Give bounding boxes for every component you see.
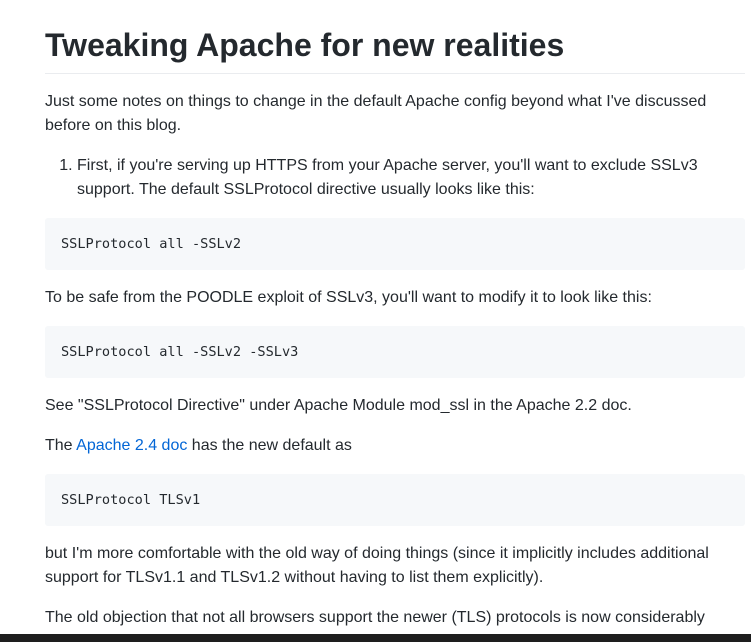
poodle-paragraph: To be safe from the POODLE exploit of SS… <box>45 289 652 306</box>
code-block: SSLProtocol all -SSLv2 <box>45 218 745 270</box>
paragraph-text: The <box>45 437 77 454</box>
comfort-paragraph: but I'm more comfortable with the old wa… <box>45 545 709 586</box>
bottom-bar <box>0 634 751 642</box>
apache24-paragraph: The Apache 2.4 doc has the new default a… <box>45 434 745 458</box>
intro-paragraph: Just some notes on things to change in t… <box>45 93 707 134</box>
apache-24-doc-link[interactable]: Apache 2.4 doc <box>76 437 187 454</box>
see-paragraph: See "SSLProtocol Directive" under Apache… <box>45 397 632 414</box>
list-item: First, if you're serving up HTTPS from y… <box>77 154 745 202</box>
article: Tweaking Apache for new realities Just s… <box>45 0 745 630</box>
paragraph-text: has the new default as <box>187 437 352 454</box>
page-title: Tweaking Apache for new realities <box>45 0 745 74</box>
code-block: SSLProtocol TLSv1 <box>45 474 745 526</box>
objection-paragraph: The old objection that not all browsers … <box>45 609 705 626</box>
code-block: SSLProtocol all -SSLv2 -SSLv3 <box>45 326 745 378</box>
steps-list: First, if you're serving up HTTPS from y… <box>45 154 745 202</box>
